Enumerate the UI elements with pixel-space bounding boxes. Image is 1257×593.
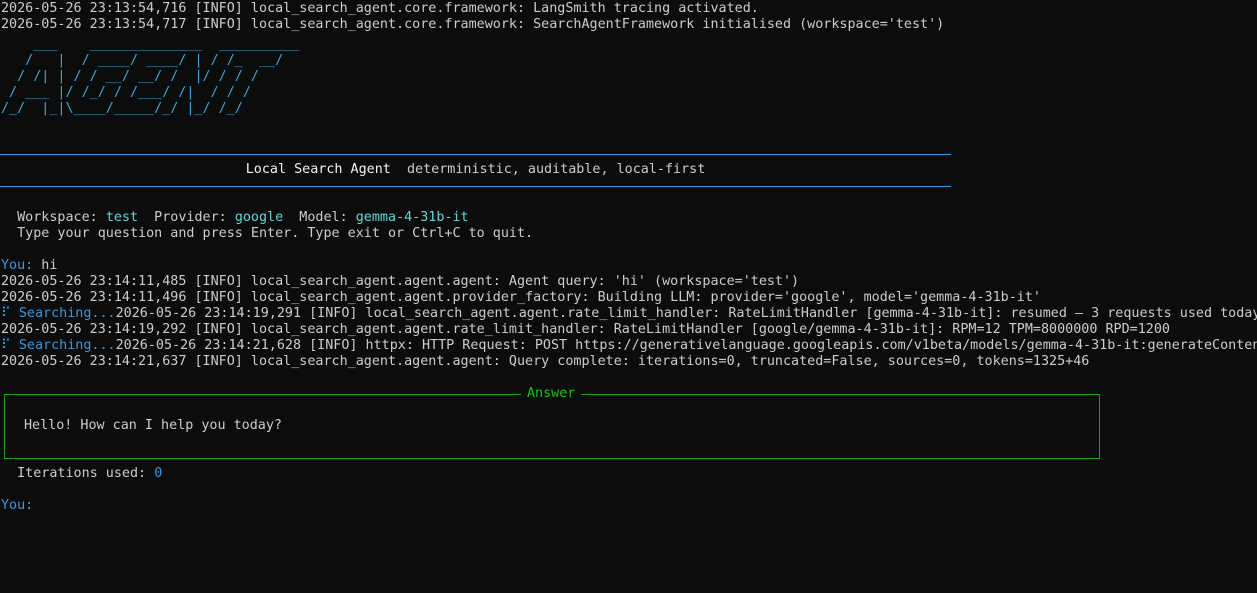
user-query: hi	[33, 258, 58, 273]
log-text: 2026-05-26 23:14:19,291 [INFO] local_sea…	[115, 306, 1257, 321]
input-prompt-line[interactable]: You:	[1, 498, 33, 514]
usage-hint: Type your question and press Enter. Type…	[1, 226, 534, 241]
app-tagline: deterministic, auditable, local-first	[390, 162, 706, 177]
spinner-icon: ⠏	[1, 338, 11, 353]
iterations-label: Iterations used:	[1, 466, 155, 481]
spinner-icon: ⠏	[1, 306, 11, 321]
model-value: gemma-4-31b-it	[355, 210, 469, 225]
answer-panel-title: Answer	[521, 386, 582, 402]
spinner-status: Searching...	[10, 306, 116, 321]
header-rule-bottom	[0, 186, 951, 187]
spinner-status: Searching...	[10, 338, 116, 353]
header-title: Local Search Agent deterministic, audita…	[0, 162, 951, 178]
log-line: 2026-05-26 23:13:54,717 [INFO] local_sea…	[1, 17, 945, 32]
header-rule-top	[0, 154, 951, 155]
log-line: 2026-05-26 23:14:19,292 [INFO] local_sea…	[1, 322, 1170, 337]
terminal-window[interactable]: 2026-05-26 23:13:54,716 [INFO] local_sea…	[0, 0, 1257, 593]
user-input-line: You: hi	[1, 258, 57, 274]
model-label: Model:	[283, 210, 356, 225]
log-line-with-spinner: ⠏ Searching...2026-05-26 23:14:21,628 [I…	[1, 338, 1257, 354]
workspace-label: Workspace:	[1, 210, 106, 225]
log-line: 2026-05-26 23:14:11,485 [INFO] local_sea…	[1, 274, 800, 289]
iterations-line: Iterations used: 0	[1, 466, 162, 482]
session-info: Workspace: test Provider: google Model: …	[1, 210, 469, 226]
log-line: 2026-05-26 23:14:11,496 [INFO] local_sea…	[1, 290, 1041, 305]
log-text: 2026-05-26 23:14:21,628 [INFO] httpx: HT…	[115, 338, 1257, 353]
ascii-banner: ___ ______________ __________ / | / ____…	[1, 37, 300, 116]
provider-value: google	[234, 210, 284, 225]
answer-text: Hello! How can I help you today?	[24, 418, 282, 433]
user-prompt: You:	[1, 498, 34, 513]
app-name: Local Search Agent	[245, 162, 391, 177]
log-line: 2026-05-26 23:13:54,716 [INFO] local_sea…	[1, 1, 759, 16]
log-line-with-spinner: ⠏ Searching...2026-05-26 23:14:19,291 [I…	[1, 306, 1257, 322]
provider-label: Provider:	[138, 210, 235, 225]
user-prompt: You:	[1, 258, 34, 273]
iterations-value: 0	[154, 466, 163, 481]
workspace-value: test	[105, 210, 139, 225]
log-line: 2026-05-26 23:14:21,637 [INFO] local_sea…	[1, 354, 1090, 369]
